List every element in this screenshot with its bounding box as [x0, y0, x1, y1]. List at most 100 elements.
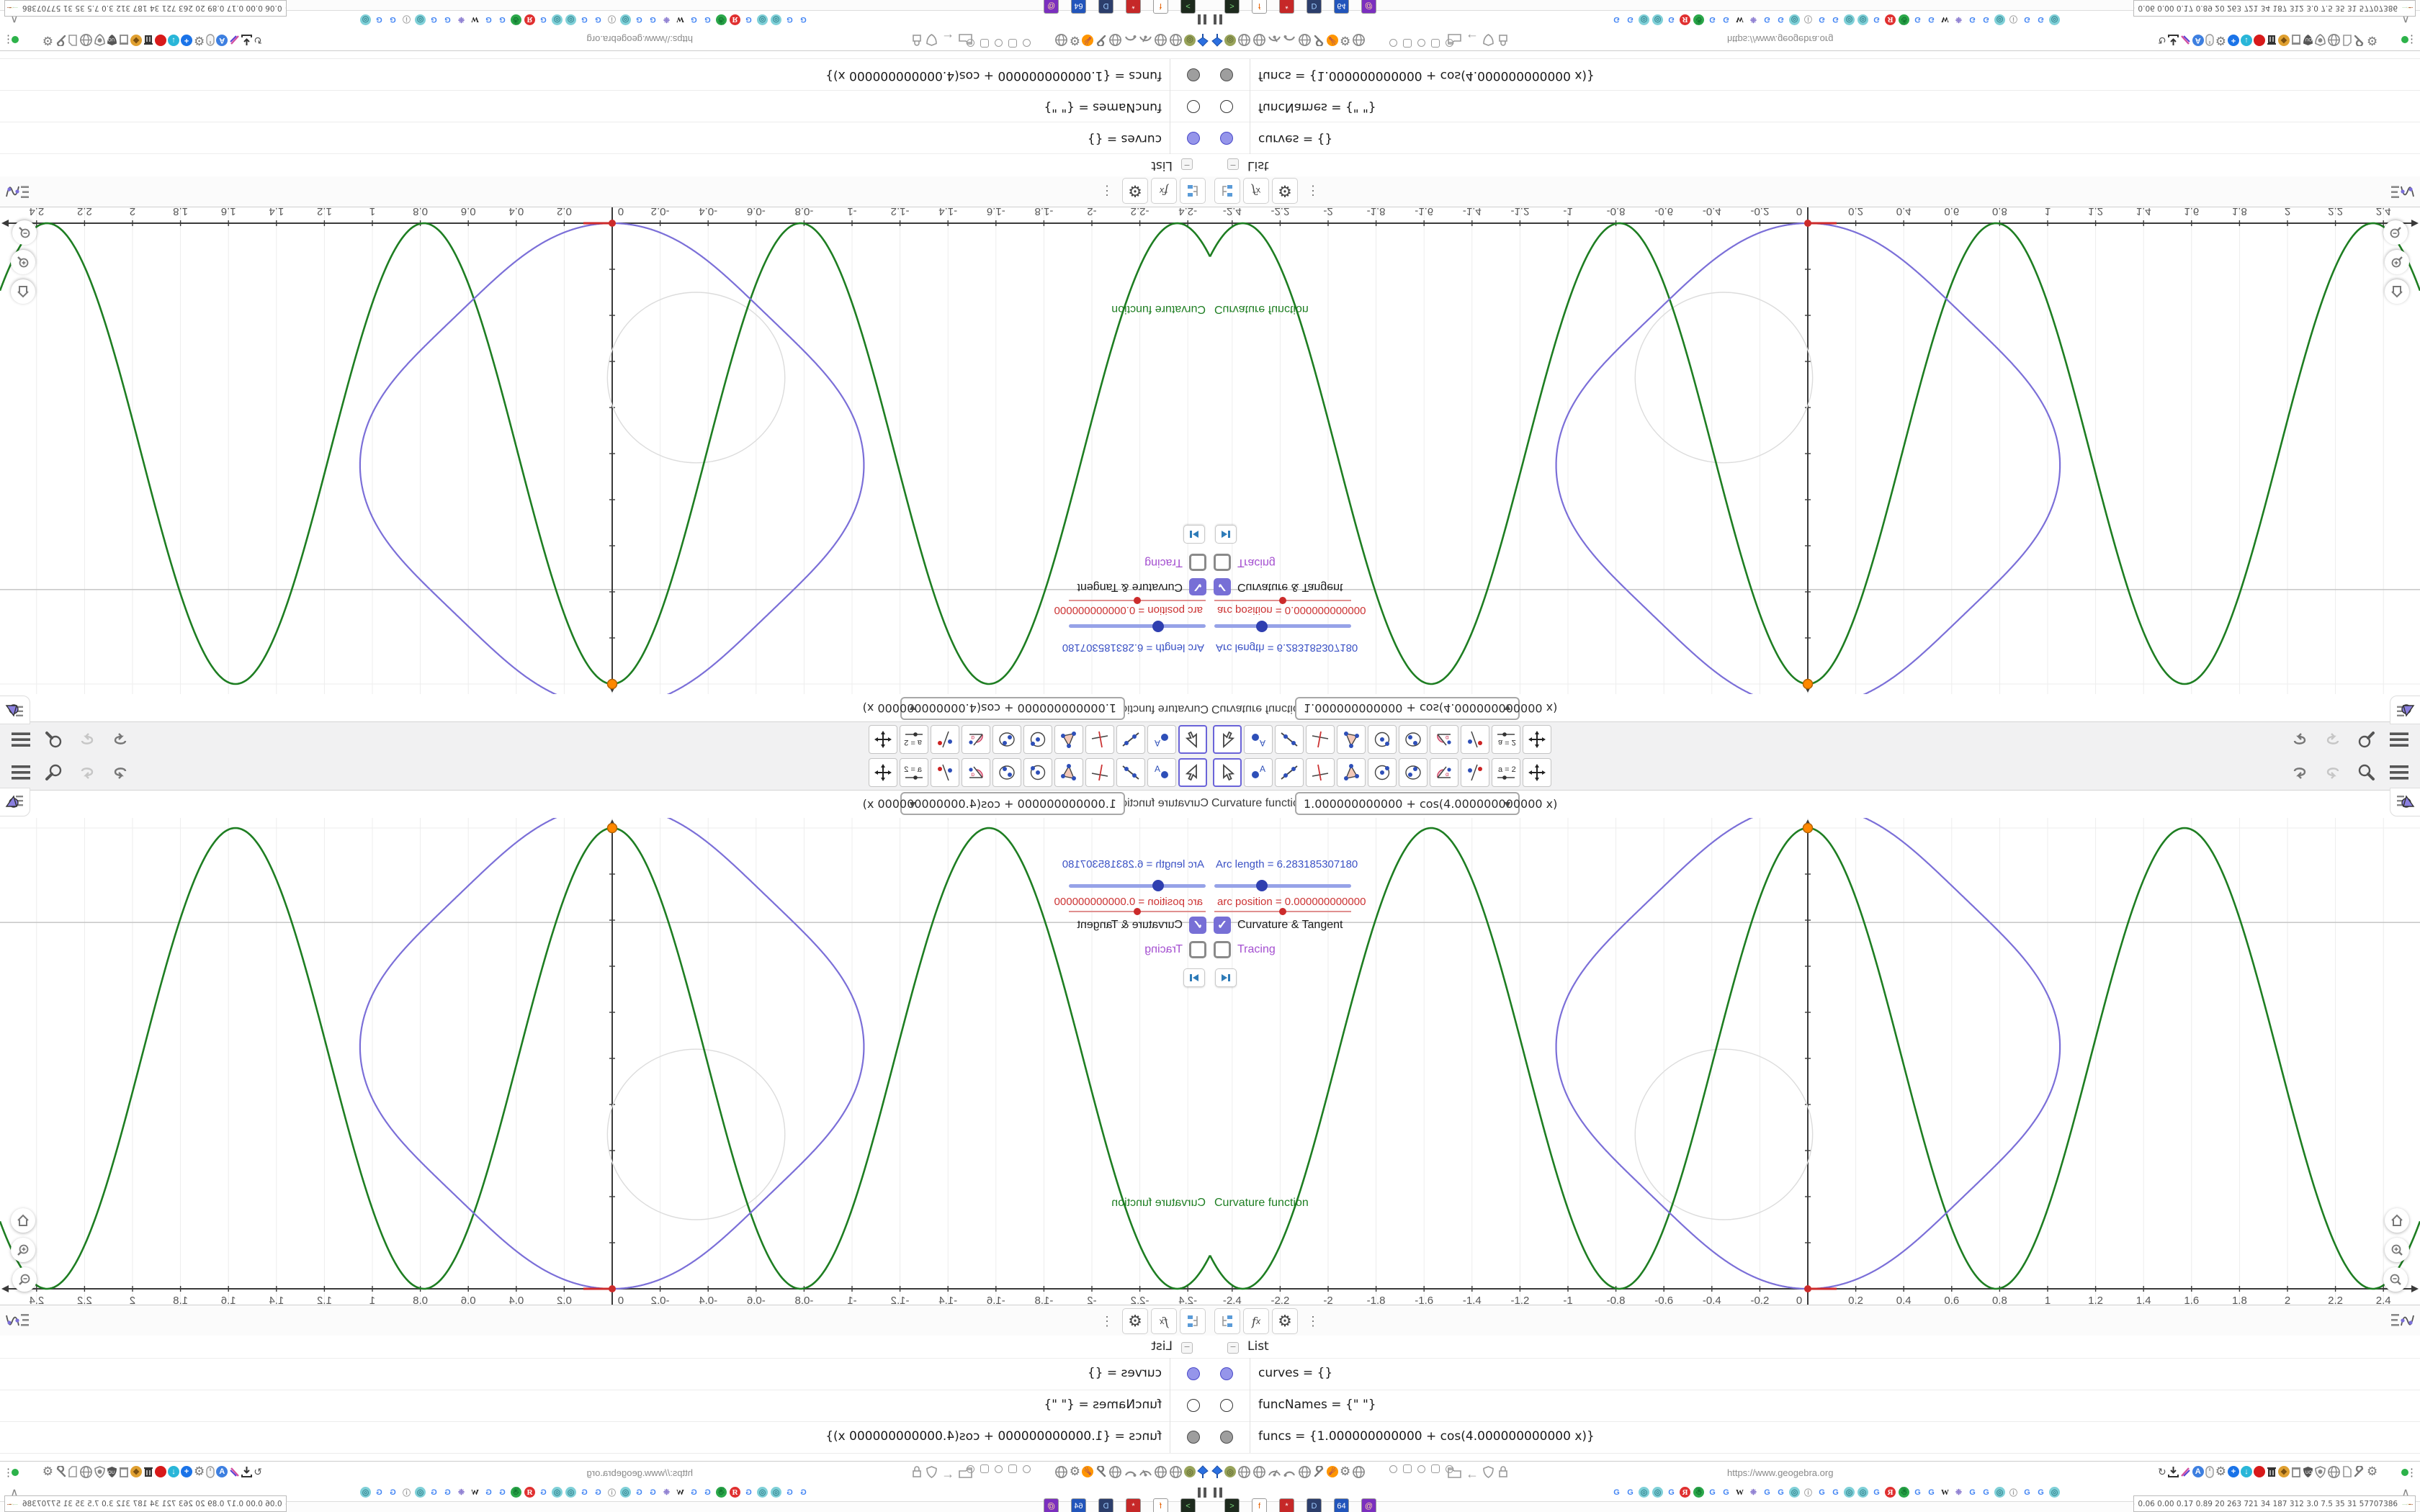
- tab-favicon-google-g[interactable]: G: [429, 14, 439, 25]
- globe-icon[interactable]: [1154, 1465, 1168, 1479]
- trash-icon[interactable]: [2267, 35, 2277, 46]
- globe-icon[interactable]: [1352, 34, 1366, 48]
- tab-favicon-google-g[interactable]: G: [1967, 1487, 1978, 1498]
- tab-favicon-info-gray[interactable]: ⓘ: [606, 1487, 617, 1498]
- algebra-row-curves[interactable]: curves = {}: [1210, 1358, 2420, 1390]
- reflect-tool[interactable]: [1461, 758, 1489, 787]
- plus-blue-icon[interactable]: +: [181, 1466, 193, 1477]
- tab-favicon-google-g[interactable]: G: [1721, 1487, 1731, 1498]
- tab-favicon-google-g[interactable]: G: [1762, 14, 1773, 25]
- tab-favicon-purple-flower[interactable]: ❉: [456, 14, 467, 25]
- search-icon[interactable]: [2355, 762, 2377, 783]
- page-icon[interactable]: [2342, 1466, 2352, 1477]
- wrench-icon[interactable]: [1313, 35, 1325, 47]
- tab-favicon-green-ball[interactable]: ☃: [511, 14, 521, 25]
- tab-favicon-globe-teal[interactable]: ◎: [565, 14, 576, 25]
- clip-color-icon[interactable]: [229, 35, 240, 46]
- shield-dark-icon[interactable]: UO: [2303, 1466, 2313, 1478]
- tab-favicon-google-g[interactable]: G: [798, 1487, 809, 1498]
- algebra-row-funcNames[interactable]: funcNames = {" "}: [1210, 90, 2420, 122]
- translate-blue-icon[interactable]: A: [2192, 1466, 2204, 1477]
- visibility-marble[interactable]: [1220, 132, 1233, 145]
- chat-app[interactable]: @: [1361, 0, 1376, 14]
- tree-view-icon[interactable]: [1214, 178, 1240, 204]
- tab-favicon-wikipedia-w[interactable]: W: [675, 14, 686, 25]
- tab-favicon-google-g[interactable]: G: [1926, 14, 1937, 25]
- back-arrow-icon[interactable]: ←: [941, 31, 954, 46]
- curvature-tangent-checkbox[interactable]: ✓: [1214, 917, 1231, 934]
- gauge-icon[interactable]: [1268, 34, 1281, 48]
- tab-favicon-google-g[interactable]: G: [579, 14, 590, 25]
- download-icon[interactable]: [241, 35, 253, 46]
- tab-favicon-globe-teal[interactable]: ◎: [415, 14, 426, 25]
- tab-favicon-google-g[interactable]: G: [387, 1487, 398, 1498]
- tab-favicon-yandex[interactable]: Я: [1680, 1487, 1690, 1498]
- download-icon[interactable]: [2167, 35, 2179, 46]
- tab-favicon-google-g[interactable]: G: [1967, 14, 1978, 25]
- angle-tool[interactable]: α: [1430, 725, 1458, 754]
- arc-icon[interactable]: [1124, 34, 1137, 48]
- arc-position-slider-knob[interactable]: [1134, 908, 1141, 915]
- shield-badge-icon[interactable]: [2315, 1465, 2326, 1478]
- square-dot-icon[interactable]: [1403, 39, 1412, 48]
- zoom-in-button[interactable]: [11, 1238, 35, 1262]
- translate-blue-icon[interactable]: A: [216, 1466, 228, 1477]
- redo-icon[interactable]: [2322, 729, 2344, 750]
- move-graphics-tool[interactable]: [869, 725, 897, 754]
- slider-tool[interactable]: a = 2: [900, 758, 928, 787]
- search-icon[interactable]: [2355, 729, 2377, 750]
- tab-favicon-wikipedia-w[interactable]: W: [1940, 1487, 1950, 1498]
- pin-blue-icon[interactable]: [1197, 1464, 1209, 1479]
- tab-favicon-globe-teal[interactable]: ◎: [620, 14, 631, 25]
- fx-icon[interactable]: fx: [1243, 1308, 1269, 1334]
- gear-icon[interactable]: ⚙: [1070, 33, 1080, 48]
- refresh-icon[interactable]: ↻: [2158, 1466, 2166, 1478]
- visibility-marble[interactable]: [1187, 68, 1200, 81]
- pin-blue-icon[interactable]: [1197, 34, 1209, 48]
- angle-tool[interactable]: α: [1430, 758, 1458, 787]
- ring-dot-icon[interactable]: [1389, 1464, 1397, 1473]
- tab-favicon-google-g[interactable]: G: [784, 14, 795, 25]
- zoom-in-button[interactable]: [2385, 250, 2409, 274]
- visibility-marble[interactable]: [1187, 1367, 1200, 1380]
- fx-icon[interactable]: fx: [1243, 178, 1269, 204]
- globe-icon[interactable]: [1054, 34, 1068, 48]
- kebab-menu-icon[interactable]: ⋮: [1095, 179, 1119, 203]
- globe-icon[interactable]: [1169, 1465, 1183, 1479]
- tab-favicon-green-ball[interactable]: ☃: [1899, 14, 1909, 25]
- trash-icon[interactable]: [143, 1466, 153, 1477]
- tab-favicon-purple-flower[interactable]: ❉: [456, 1487, 467, 1498]
- clip-color-icon[interactable]: [2180, 1466, 2191, 1477]
- menu-icon[interactable]: [2388, 729, 2410, 750]
- tab-favicon-google-g[interactable]: G: [1775, 1487, 1786, 1498]
- lock-icon[interactable]: [912, 1466, 922, 1482]
- undo-icon[interactable]: [2289, 762, 2311, 783]
- tab-favicon-globe-teal[interactable]: ◎: [552, 1487, 563, 1498]
- display-app[interactable]: D: [1307, 1498, 1322, 1512]
- shield-badge-icon[interactable]: [2315, 34, 2326, 47]
- perpendicular-line-tool[interactable]: [1306, 725, 1335, 754]
- tab-favicon-google-g[interactable]: G: [2022, 14, 2033, 25]
- tab-favicon-google-g[interactable]: G: [689, 1487, 699, 1498]
- algebra-row-curves[interactable]: curves = {}: [0, 122, 1210, 154]
- tab-favicon-wikipedia-w[interactable]: W: [1734, 1487, 1745, 1498]
- tab-favicon-google-g[interactable]: G: [1816, 1487, 1827, 1498]
- globe-orange-icon[interactable]: ❖: [130, 1466, 143, 1477]
- function-dropdown[interactable]: 1.000000000000 + cos(4.000000000000 x) ▼: [1295, 792, 1557, 815]
- move-tool[interactable]: [1178, 758, 1207, 787]
- wrench-icon[interactable]: [1095, 1465, 1107, 1478]
- algebra-row-funcs[interactable]: funcs = {1.000000000000 + cos(4.00000000…: [0, 1421, 1210, 1454]
- gear-icon[interactable]: ⚙: [1122, 178, 1148, 204]
- tab-favicon-wikipedia-w[interactable]: W: [675, 1487, 686, 1498]
- tab-favicon-google-g[interactable]: G: [497, 1487, 508, 1498]
- firefox-app[interactable]: f: [1252, 0, 1267, 14]
- tab-favicon-google-g[interactable]: G: [1816, 14, 1827, 25]
- wrench-icon[interactable]: [55, 35, 67, 47]
- visibility-marble[interactable]: [1187, 132, 1200, 145]
- tab-favicon-google-g[interactable]: G: [1981, 14, 1991, 25]
- gauge-icon[interactable]: [1139, 1465, 1152, 1479]
- tab-favicon-google-g[interactable]: G: [743, 1487, 754, 1498]
- perpendicular-line-tool[interactable]: [1085, 758, 1114, 787]
- profile-dot[interactable]: [2401, 1469, 2408, 1476]
- tab-favicon-purple-flower[interactable]: ❉: [661, 14, 672, 25]
